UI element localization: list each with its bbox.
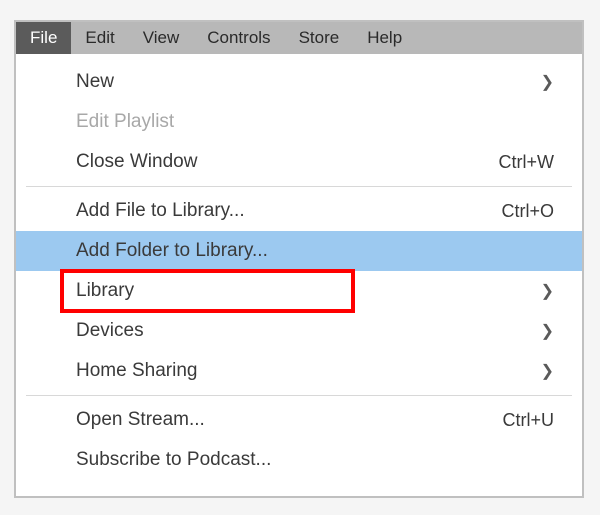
menu-help-label: Help xyxy=(367,28,402,48)
menu-item-label: Home Sharing xyxy=(76,360,521,382)
menu-item-label: Devices xyxy=(76,320,521,342)
menu-controls-label: Controls xyxy=(207,28,270,48)
menu-item-add-file[interactable]: Add File to Library... Ctrl+O xyxy=(16,191,582,231)
menu-separator xyxy=(26,186,572,187)
menu-item-devices[interactable]: Devices ❯ xyxy=(16,311,582,351)
menu-item-edit-playlist: Edit Playlist xyxy=(16,102,582,142)
menu-item-label: New xyxy=(76,71,521,93)
menu-edit[interactable]: Edit xyxy=(71,22,128,54)
menu-help[interactable]: Help xyxy=(353,22,416,54)
menu-store[interactable]: Store xyxy=(285,22,354,54)
menu-edit-label: Edit xyxy=(85,28,114,48)
menu-item-home-sharing[interactable]: Home Sharing ❯ xyxy=(16,351,582,391)
menu-item-shortcut: Ctrl+U xyxy=(502,410,554,431)
menu-item-label: Add File to Library... xyxy=(76,200,481,222)
file-dropdown: New ❯ Edit Playlist Close Window Ctrl+W … xyxy=(16,54,582,496)
menu-item-label: Close Window xyxy=(76,151,479,173)
menu-separator xyxy=(26,395,572,396)
menu-item-shortcut: Ctrl+O xyxy=(501,201,554,222)
menu-item-label: Library xyxy=(76,280,521,302)
chevron-right-icon: ❯ xyxy=(541,72,554,92)
menu-item-new[interactable]: New ❯ xyxy=(16,62,582,102)
menu-item-label: Subscribe to Podcast... xyxy=(76,449,554,471)
menu-file-label: File xyxy=(30,28,57,48)
chevron-right-icon: ❯ xyxy=(541,361,554,381)
menu-file[interactable]: File xyxy=(16,22,71,54)
menu-item-label: Add Folder to Library... xyxy=(76,240,554,262)
menu-item-label: Open Stream... xyxy=(76,409,482,431)
menu-item-open-stream[interactable]: Open Stream... Ctrl+U xyxy=(16,400,582,440)
menu-item-subscribe-podcast[interactable]: Subscribe to Podcast... xyxy=(16,440,582,480)
menu-item-add-folder[interactable]: Add Folder to Library... xyxy=(16,231,582,271)
menu-item-library[interactable]: Library ❯ xyxy=(16,271,582,311)
menu-view[interactable]: View xyxy=(129,22,194,54)
menubar: File Edit View Controls Store Help xyxy=(16,22,582,54)
menu-store-label: Store xyxy=(299,28,340,48)
app-window: File Edit View Controls Store Help New ❯… xyxy=(14,20,584,498)
menu-view-label: View xyxy=(143,28,180,48)
menu-item-label: Edit Playlist xyxy=(76,111,554,133)
menu-item-shortcut: Ctrl+W xyxy=(499,152,555,173)
menu-controls[interactable]: Controls xyxy=(193,22,284,54)
chevron-right-icon: ❯ xyxy=(541,321,554,341)
menu-item-close-window[interactable]: Close Window Ctrl+W xyxy=(16,142,582,182)
chevron-right-icon: ❯ xyxy=(541,281,554,301)
